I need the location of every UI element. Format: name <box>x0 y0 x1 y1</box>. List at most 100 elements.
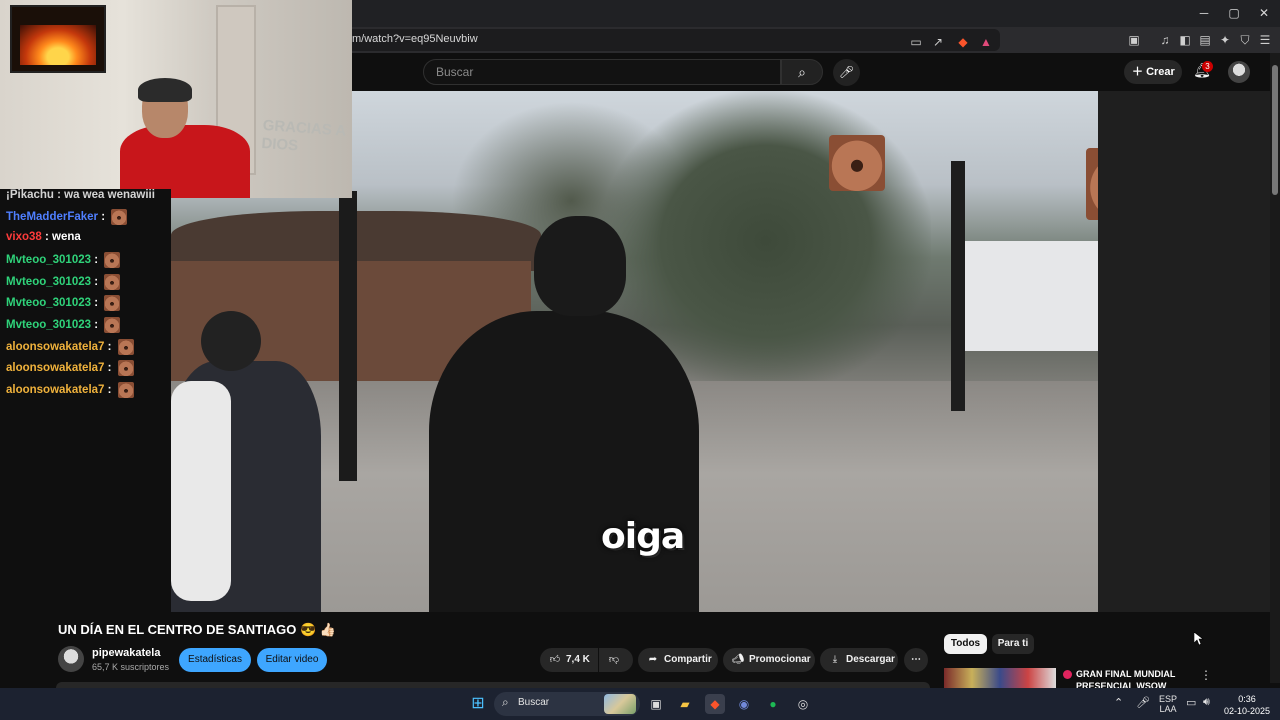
chat-username[interactable]: vixo38 <box>6 231 42 243</box>
share-page-icon[interactable]: ↗ <box>930 34 946 50</box>
address-bar[interactable]: m/watch?v=eq95Neuvbiw ▭ ↗ ◆ ▲ <box>340 29 1000 51</box>
channel-avatar[interactable] <box>58 646 84 672</box>
download-button[interactable]: ⤓ Descargar <box>820 648 898 672</box>
search-icon: ⌕ <box>798 64 806 80</box>
language-layout: LAA <box>1159 704 1177 714</box>
file-explorer-icon[interactable]: ▰ <box>675 694 695 714</box>
mouse-cursor-icon <box>1194 632 1204 646</box>
chat-text: wena <box>52 230 81 243</box>
discord-icon[interactable]: ◉ <box>734 694 754 714</box>
leo-ai-icon[interactable]: ✦ <box>1217 32 1233 48</box>
video-caption: oiga <box>601 516 685 557</box>
volume-icon[interactable]: 🔊︎ <box>1203 696 1210 709</box>
chat-separator: : <box>91 297 102 310</box>
chat-username[interactable]: Mvteoo_301023 <box>6 254 91 266</box>
brave-browser-icon[interactable]: ◆ <box>705 694 725 714</box>
search-input[interactable]: Buscar <box>423 59 781 85</box>
chip-all[interactable]: Todos <box>944 634 987 654</box>
chat-emote-icon <box>104 252 121 269</box>
channel-name[interactable]: pipewakatela <box>92 647 160 659</box>
sidebar-icon[interactable]: ◧ <box>1177 32 1193 48</box>
dislike-button[interactable]: 👎︎ <box>599 648 633 672</box>
brave-shield-icon[interactable]: ◆ <box>955 34 971 50</box>
maximize-window-button[interactable]: ▢ <box>1224 4 1244 22</box>
chat-emote-icon <box>111 209 128 225</box>
chip-for-you[interactable]: Para ti <box>992 634 1034 654</box>
chat-username[interactable]: TheMadderFaker <box>6 211 98 223</box>
microphone-tray-icon[interactable]: 🎤︎ <box>1136 696 1150 709</box>
taskbar-search-label: Buscar <box>518 697 550 708</box>
notification-count-badge: 3 <box>1202 61 1213 72</box>
chat-partial-line: ¡Pikachu : wa wea wenawiii <box>6 189 155 201</box>
video-info-section: UN DÍA EN EL CENTRO DE SANTIAGO 😎 👍🏻 pip… <box>0 612 1270 691</box>
chat-separator: : <box>91 275 102 288</box>
chat-username[interactable]: aloonsowakatela7 <box>6 362 104 374</box>
close-window-button[interactable]: ✕ <box>1254 4 1274 22</box>
webcam-streamer <box>120 78 250 198</box>
chat-username[interactable]: aloonsowakatela7 <box>6 384 104 396</box>
obs-icon[interactable]: ◎ <box>793 694 813 714</box>
vpn-icon[interactable]: ⛉ <box>1237 32 1253 48</box>
player-side-area <box>1098 91 1270 612</box>
network-icon[interactable]: ▭ <box>1186 696 1196 709</box>
live-indicator-icon <box>1063 670 1072 679</box>
spotify-icon[interactable]: ● <box>763 694 783 714</box>
create-button[interactable]: ＋ Crear <box>1124 60 1182 84</box>
share-icon: ➦ <box>648 654 658 665</box>
chat-overlay: ¡Pikachu : wa wea wenawiii TheMadderFake… <box>0 189 171 612</box>
chat-emote-icon <box>117 381 134 398</box>
thumbs-up-icon: 👍︎ <box>549 654 561 665</box>
taskbar-search[interactable]: ⌕ Buscar <box>494 692 640 716</box>
chat-message: Mvteoo_301023 : <box>6 295 121 313</box>
chat-message: Mvteoo_301023 : <box>6 252 121 270</box>
chat-emote-icon <box>104 317 121 333</box>
brave-rewards-icon[interactable]: ▲ <box>978 34 994 50</box>
language-indicator[interactable]: ESP LAA <box>1156 694 1180 714</box>
scrollbar-thumb[interactable] <box>1272 65 1278 195</box>
thumbs-down-icon: 👎︎ <box>608 654 620 665</box>
share-button[interactable]: ➦ Compartir <box>638 648 718 672</box>
edit-video-button[interactable]: Editar video <box>257 648 327 672</box>
webcam-wall-text: GRACIAS A DIOS <box>260 116 347 155</box>
media-icon[interactable]: ♫ <box>1157 32 1173 48</box>
reader-mode-icon[interactable]: ▣ <box>1126 32 1142 48</box>
tray-overflow-icon[interactable]: ⌃ <box>1114 696 1123 709</box>
taskbar-clock[interactable]: 0:36 02-10-2025 <box>1222 693 1272 717</box>
menu-icon[interactable]: ☰ <box>1257 32 1273 48</box>
chat-username[interactable]: Mvteoo_301023 <box>6 319 91 331</box>
more-actions-button[interactable]: ⋯ <box>904 648 928 672</box>
chat-emote-icon <box>117 338 134 355</box>
voice-search-button[interactable]: 🎤︎ <box>833 59 860 86</box>
chat-separator: : <box>41 230 53 243</box>
download-label: Descargar <box>846 654 895 665</box>
search-button[interactable]: ⌕ <box>781 59 823 85</box>
minimize-window-button[interactable]: ─ <box>1194 4 1214 22</box>
like-button[interactable]: 👍︎ 7,4 K <box>540 648 598 672</box>
more-icon: ⋯ <box>911 654 921 665</box>
chat-message: aloonsowakatela7 : <box>6 360 134 378</box>
search-highlight-image <box>604 694 636 714</box>
search-placeholder: Buscar <box>436 65 474 79</box>
chat-emote-icon <box>104 273 121 290</box>
stats-button[interactable]: Estadísticas <box>179 648 251 672</box>
wallet-icon[interactable]: ▤ <box>1197 32 1213 48</box>
create-label: Crear <box>1146 66 1175 78</box>
windows-start-icon[interactable]: ⊞ <box>468 694 488 714</box>
task-view-icon[interactable]: ▣ <box>646 694 666 714</box>
recommendation-menu-button[interactable]: ⋮ <box>1200 668 1212 682</box>
microphone-icon: 🎤︎ <box>838 65 855 79</box>
chat-username[interactable]: Mvteoo_301023 <box>6 276 91 288</box>
page-scrollbar[interactable] <box>1270 53 1280 683</box>
search-icon: ⌕ <box>502 695 509 709</box>
cast-icon[interactable]: ▭ <box>908 34 924 50</box>
chat-message: Mvteoo_301023 : <box>6 273 121 292</box>
recommendation-thumbnail[interactable] <box>944 668 1056 688</box>
promote-button[interactable]: 📣︎ Promocionar <box>723 648 815 672</box>
account-avatar[interactable] <box>1228 61 1250 83</box>
webcam-overlay: GRACIAS A DIOS <box>0 0 352 198</box>
webcam-fireplace <box>20 25 96 65</box>
language-code: ESP <box>1158 694 1177 704</box>
chat-username[interactable]: Mvteoo_301023 <box>6 297 91 309</box>
chat-username[interactable]: aloonsowakatela7 <box>6 341 104 353</box>
chat-message: aloonsowakatela7 : <box>6 338 134 357</box>
